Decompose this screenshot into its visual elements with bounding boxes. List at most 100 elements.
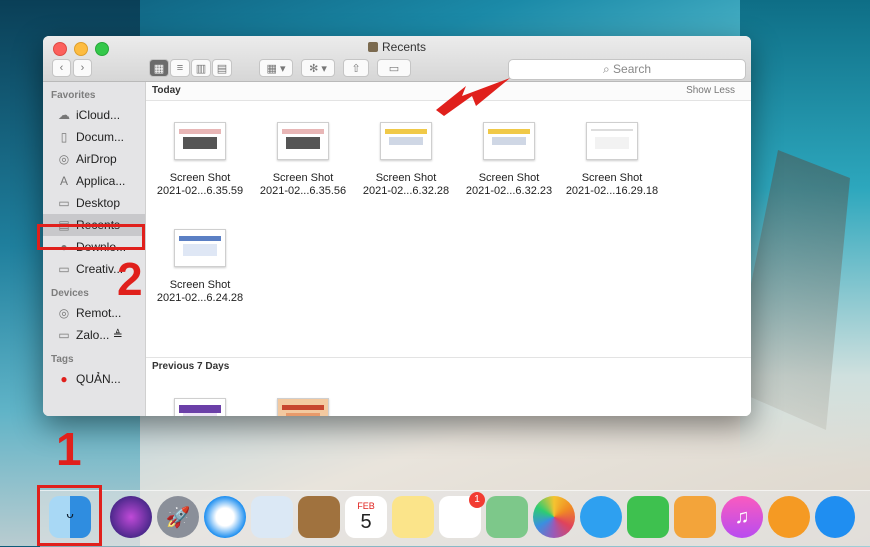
file-item[interactable] — [150, 398, 250, 416]
sidebar-item-tag[interactable]: ● QUẢN... — [43, 368, 145, 390]
airdrop-icon: ◎ — [58, 152, 70, 166]
mail-eagle-icon[interactable] — [251, 496, 293, 538]
file-date: 2021-02...6.35.59 — [156, 185, 244, 197]
tag-icon: ▭ — [388, 62, 400, 75]
gallery-view-button[interactable]: ▤ — [212, 59, 232, 77]
file-item[interactable]: Screen Shot 2021-02...6.35.56 — [253, 122, 353, 198]
grid-icon: ▦ — [153, 62, 165, 75]
finder-window: Recents ‹ › ▦ ≡ ▥ ▤ ▦ ▾ ✻ ▾ ⇧ ▭ ⌕ Search… — [43, 36, 751, 416]
icon-view-button[interactable]: ▦ — [149, 59, 169, 77]
disc-icon: ◎ — [58, 306, 70, 320]
file-item[interactable]: Screen Shot 2021-02...6.35.59 — [150, 122, 250, 198]
action-button[interactable]: ✻ ▾ — [301, 59, 335, 77]
file-name: Screen Shot — [272, 172, 334, 184]
screenshot-thumbnail — [174, 229, 226, 267]
books-icon[interactable] — [768, 496, 810, 538]
siri-icon[interactable] — [110, 496, 152, 538]
file-date: 2021-02...6.32.23 — [465, 185, 553, 197]
calendar-day: 5 — [360, 511, 372, 533]
notes-icon[interactable] — [392, 496, 434, 538]
tags-header: Tags — [51, 354, 74, 365]
maps-icon[interactable] — [486, 496, 528, 538]
file-name: Screen Shot — [478, 172, 540, 184]
file-name: Screen Shot — [581, 172, 643, 184]
contacts-icon[interactable] — [298, 496, 340, 538]
photos-icon[interactable] — [533, 496, 575, 538]
sidebar-item-label: Desktop — [76, 196, 121, 210]
safari-icon[interactable] — [204, 496, 246, 538]
search-icon: ⌕ — [602, 62, 610, 76]
document-icon: ▯ — [60, 130, 68, 144]
file-item[interactable]: Screen Shot 2021-02...16.29.18 — [562, 122, 662, 198]
file-name: Screen Shot — [375, 172, 437, 184]
file-date: 2021-02...6.35.56 — [259, 185, 347, 197]
red-arrow-annotation — [436, 78, 510, 116]
group-button[interactable]: ▦ ▾ — [259, 59, 293, 77]
facetime-icon[interactable] — [627, 496, 669, 538]
search-placeholder: Search — [613, 62, 652, 76]
music-icon[interactable]: ♫ — [721, 496, 763, 538]
sidebar-item-zalo-drive[interactable]: ▭ Zalo... ≜ — [43, 324, 145, 346]
tags-button[interactable]: ▭ — [377, 59, 411, 77]
finder-highlight-box — [37, 485, 102, 546]
sidebar-item-documents[interactable]: ▯ Docum... — [43, 126, 145, 148]
file-item[interactable]: Screen Shot 2021-02...6.32.23 — [459, 122, 559, 198]
group-icon: ▦ ▾ — [266, 62, 286, 75]
file-item[interactable]: Screen Shot 2021-02...6.24.28 — [150, 229, 250, 305]
screenshot-thumbnail — [586, 122, 638, 160]
notification-badge: 1 — [469, 492, 485, 508]
previous-section-header: Previous 7 Days — [146, 358, 751, 376]
sidebar-item-label: QUẢN... — [76, 372, 121, 386]
screenshot-thumbnail — [174, 122, 226, 160]
cloud-icon: ☁ — [58, 108, 70, 122]
section-title: Previous 7 Days — [152, 361, 230, 372]
applications-icon: A — [59, 174, 68, 188]
search-field[interactable]: ⌕ Search — [508, 59, 746, 80]
window-title-text: Recents — [381, 40, 427, 54]
file-date: 2021-02...6.24.28 — [156, 292, 244, 304]
recents-folder-icon — [367, 42, 378, 52]
calendar-icon[interactable]: FEB 5 — [345, 496, 387, 538]
recents-highlight-box — [37, 224, 145, 250]
file-item[interactable]: Screen Shot 2021-02...6.32.28 — [356, 122, 456, 198]
sidebar-item-label: Zalo... ≜ — [76, 328, 123, 342]
file-browser: Today Show Less Screen Shot 2021-02...6.3… — [146, 82, 751, 416]
section-title: Today — [152, 85, 181, 96]
sidebar-item-label: Docum... — [76, 130, 125, 144]
launchpad-icon[interactable]: 🚀 — [157, 496, 199, 538]
screenshot-thumbnail — [277, 122, 329, 160]
gallery-icon: ▤ — [216, 62, 228, 75]
step-2-label: 2 — [117, 253, 143, 305]
file-name: Screen Shot — [169, 279, 231, 291]
file-date: 2021-02...16.29.18 — [565, 185, 659, 197]
file-item[interactable] — [253, 398, 353, 416]
sidebar-item-applications[interactable]: A Applica... — [43, 170, 145, 192]
gear-icon: ✻ ▾ — [309, 62, 327, 75]
step-1-label: 1 — [56, 423, 82, 475]
window-title: Recents — [43, 40, 751, 54]
pages-icon[interactable] — [674, 496, 716, 538]
sidebar-item-label: AirDrop — [76, 152, 117, 166]
app-store-icon[interactable] — [815, 496, 855, 538]
folder-icon: ▭ — [58, 262, 70, 276]
screenshot-thumbnail — [380, 122, 432, 160]
list-view-button[interactable]: ≡ — [170, 59, 190, 77]
share-button[interactable]: ⇧ — [343, 59, 369, 77]
screenshot-thumbnail — [174, 398, 226, 416]
sidebar-item-airdrop[interactable]: ◎ AirDrop — [43, 148, 145, 170]
sidebar-item-desktop[interactable]: ▭ Desktop — [43, 192, 145, 214]
red-tag-icon: ● — [60, 372, 68, 386]
chevron-right-icon: › — [80, 62, 85, 74]
messages-icon[interactable] — [580, 496, 622, 538]
sidebar-item-icloud[interactable]: ☁ iCloud... — [43, 104, 145, 126]
back-button[interactable]: ‹ — [52, 59, 71, 77]
sidebar-item-label: iCloud... — [76, 108, 121, 122]
calendar-month: FEB — [357, 501, 375, 511]
column-view-button[interactable]: ▥ — [191, 59, 211, 77]
reminders-icon[interactable]: 1 — [439, 492, 485, 538]
share-icon: ⇧ — [351, 62, 361, 75]
image-thumbnail — [277, 398, 329, 416]
show-less-button[interactable]: Show Less — [686, 82, 735, 100]
forward-button[interactable]: › — [73, 59, 92, 77]
sidebar-item-label: Applica... — [76, 174, 126, 188]
